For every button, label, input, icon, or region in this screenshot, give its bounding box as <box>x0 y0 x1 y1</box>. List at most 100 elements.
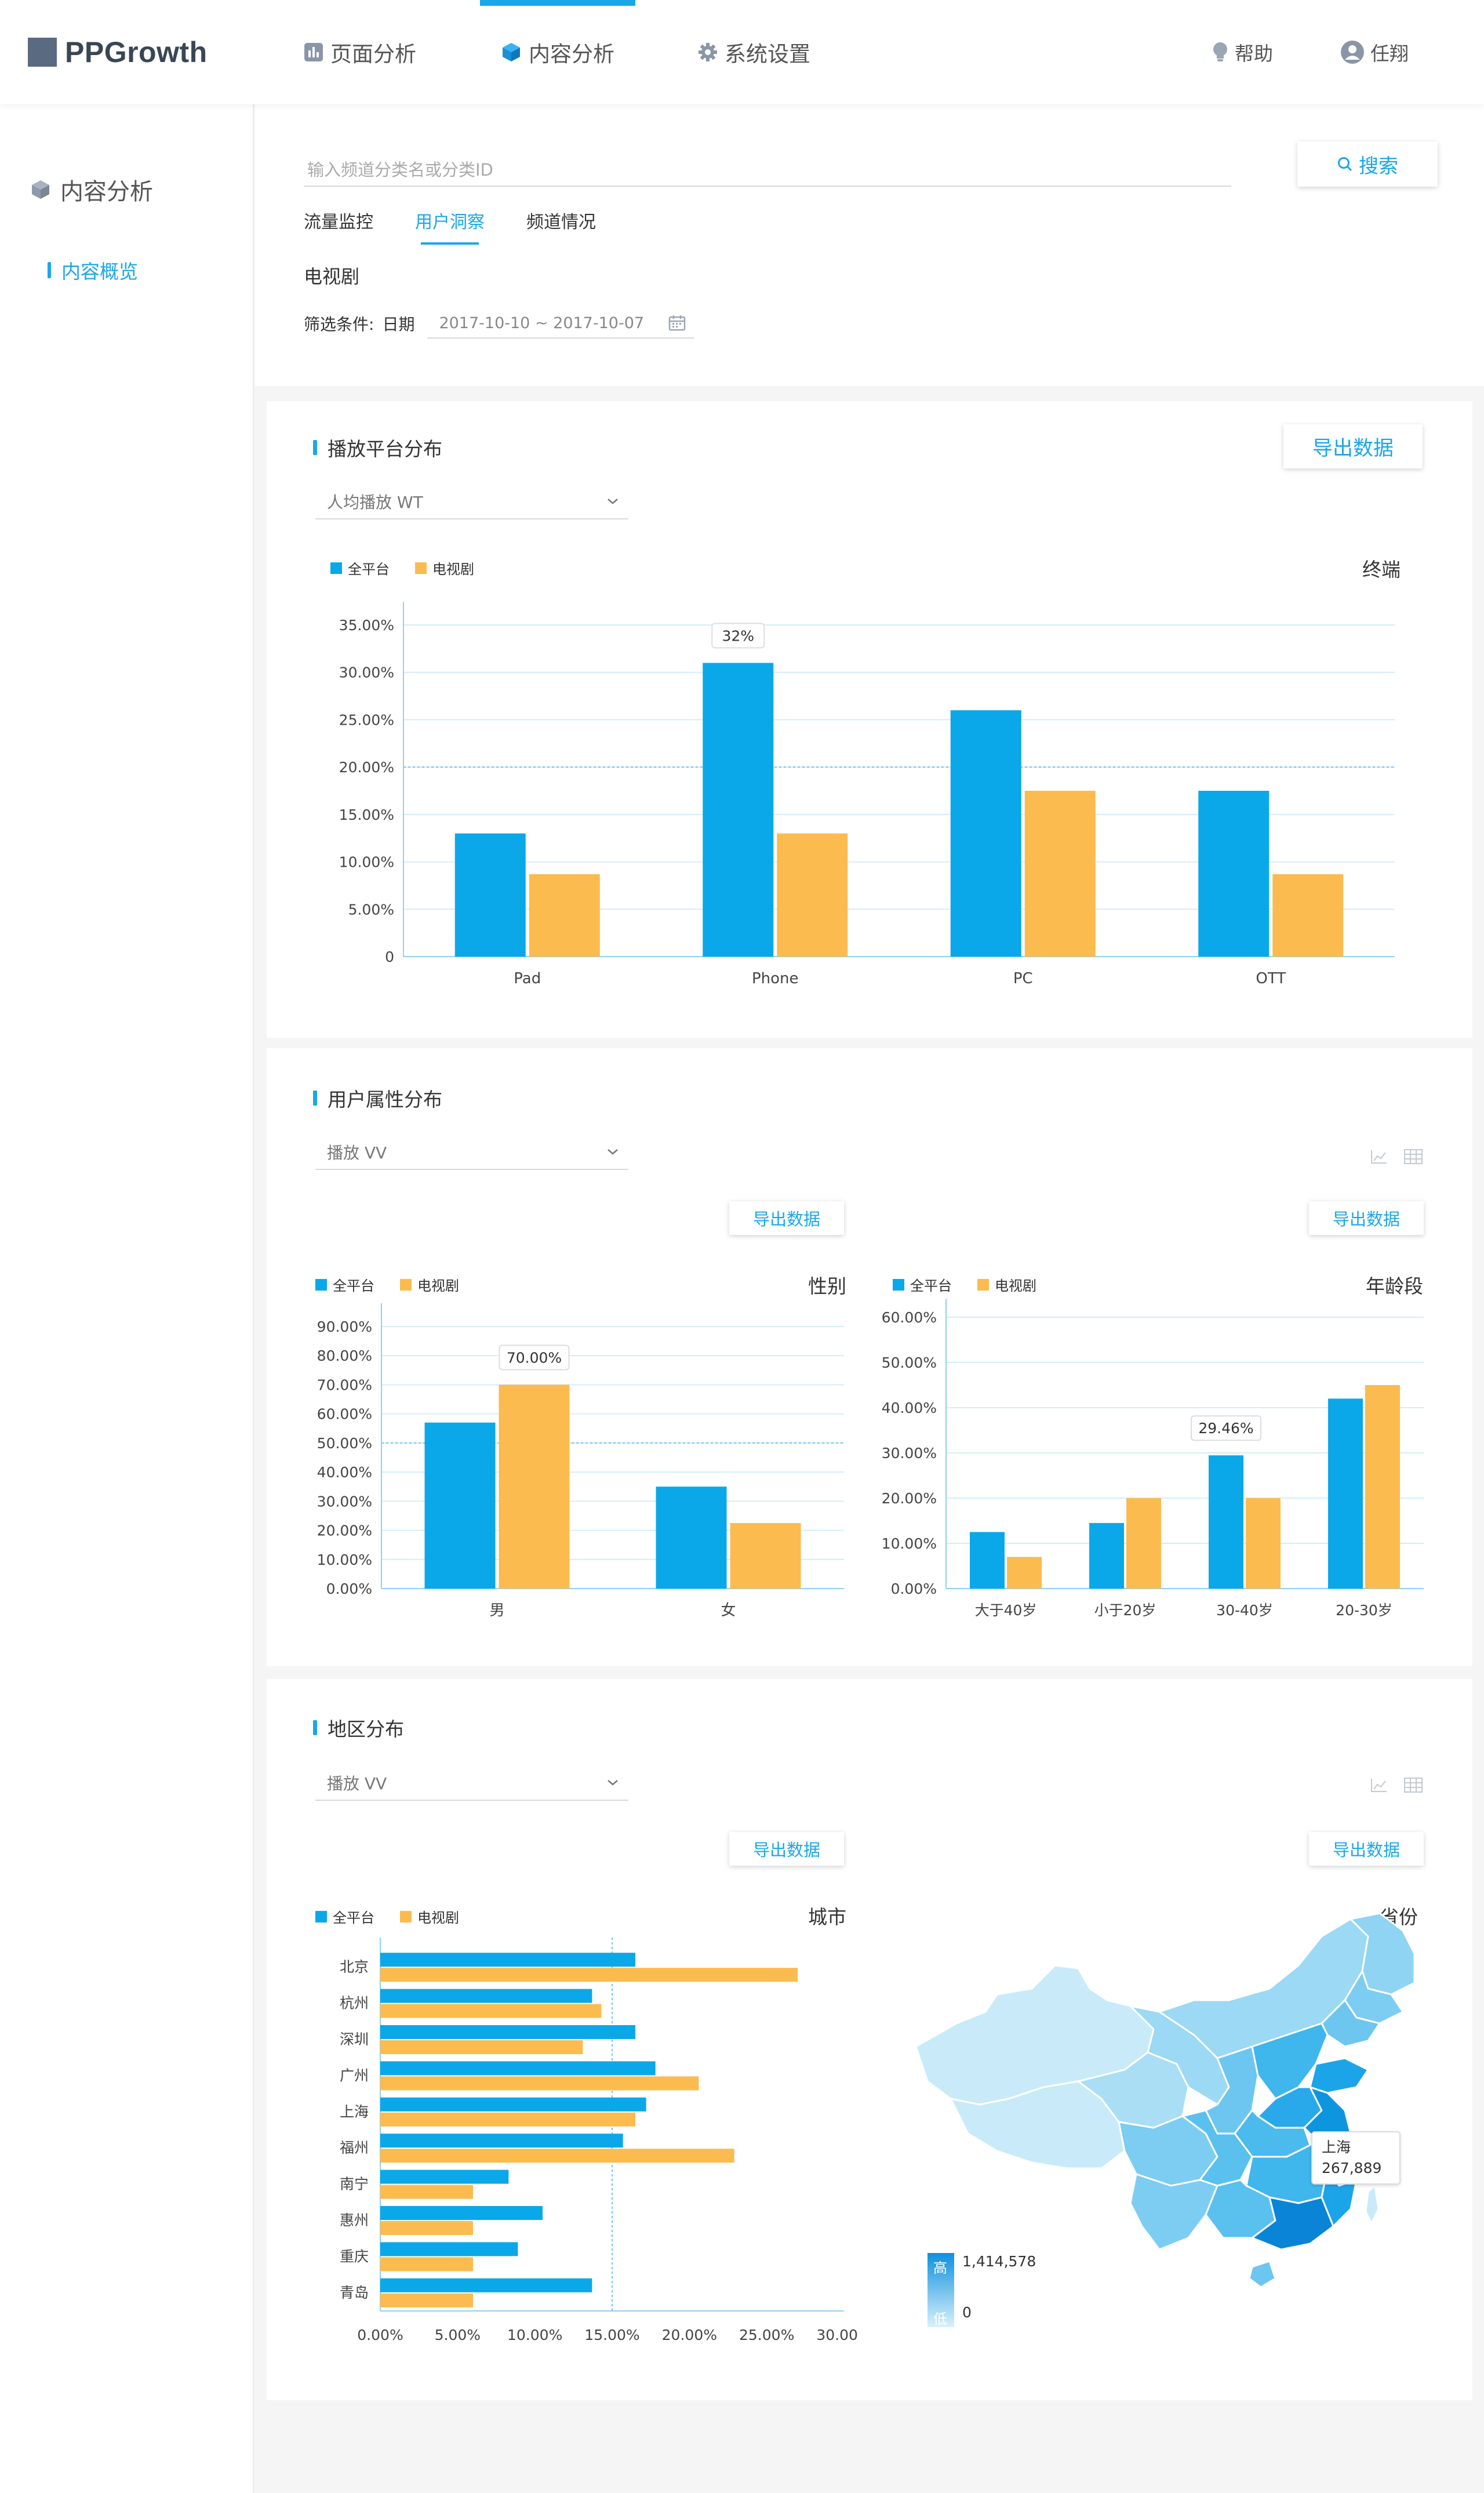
legend-swatch-tv <box>415 562 427 574</box>
app-logo[interactable]: PPGrowth <box>28 36 208 68</box>
table-view-icon[interactable] <box>1404 1778 1423 1795</box>
map-region-hainan <box>1248 2260 1276 2288</box>
attr-card-title: 用户属性分布 <box>313 1084 442 1112</box>
nav-item-label: 内容分析 <box>529 42 614 67</box>
top-navigation-bar: PPGrowth 页面分析 内容分析 系统设置 帮助 任翔 <box>0 0 1484 104</box>
attr-view-toggle <box>1354 1149 1423 1166</box>
bar-tv-Pad <box>529 874 600 957</box>
y-tick-label: 0.00% <box>891 1580 937 1597</box>
platform-metric-select[interactable]: 人均播放 WT <box>315 485 628 519</box>
avatar-icon <box>1341 41 1364 64</box>
legend-swatch-tv <box>977 1278 989 1291</box>
legend-swatch-all <box>315 1910 327 1923</box>
legend-item-tv[interactable]: 电视剧 <box>977 1274 1036 1295</box>
city-horizontal-bar-chart: 0.00% 5.00% 10.00% 15.00% 20.00% 25.00% 30.00%… <box>340 1938 858 2343</box>
color-scale-gradient: 高 低 <box>928 2253 954 2327</box>
bar-tv-重庆 <box>380 2257 473 2272</box>
gender-bar-chart: 0.00% 10.00% 20.00% 30.00% 40.00% 50.00% 60.00… <box>317 1303 844 1619</box>
bar-tv-广州 <box>380 2076 699 2091</box>
nav-item-label: 系统设置 <box>725 42 810 67</box>
y-tick-label: 20.00% <box>317 1522 372 1539</box>
line-chart-view-icon[interactable] <box>1370 1149 1388 1166</box>
city-legend: 全平台 电视剧 <box>315 1906 485 1927</box>
bar-tv-青岛 <box>380 2293 473 2307</box>
title-marker <box>313 1091 317 1106</box>
search-button[interactable]: 搜索 <box>1297 141 1438 187</box>
bar-tv-大于40岁 <box>1007 1557 1042 1589</box>
platform-export-button[interactable]: 导出数据 <box>1283 424 1423 468</box>
nav-item-page-analysis[interactable]: 页面分析 <box>304 35 416 70</box>
region-card-title-text: 地区分布 <box>328 1718 404 1740</box>
bar-tv-30-40岁 <box>1246 1498 1281 1589</box>
y-category-label: 重庆 <box>340 2248 369 2265</box>
y-category-label: 杭州 <box>340 1995 369 2012</box>
y-category-label: 青岛 <box>340 2284 369 2301</box>
nav-item-content-analysis[interactable]: 内容分析 <box>501 35 614 70</box>
y-category-label: 深圳 <box>340 2031 369 2048</box>
bar-all-青岛 <box>380 2278 592 2292</box>
legend-item-tv[interactable]: 电视剧 <box>415 558 474 578</box>
filter-row: 筛选条件: 日期 2017-10-10 ~ 2017-10-07 <box>304 308 694 339</box>
x-tick-label: 25.00% <box>739 2327 794 2343</box>
region-metric-select[interactable]: 播放 VV <box>315 1766 628 1801</box>
filter-panel: 搜索 流量监控 用户洞察 频道情况 电视剧 筛选条件: 日期 2017-10-1… <box>255 104 1484 386</box>
search-input[interactable] <box>304 154 1231 187</box>
legend-item-tv[interactable]: 电视剧 <box>400 1274 459 1295</box>
bar-tv-福州 <box>380 2149 734 2163</box>
x-tick-label: 30.00% <box>816 2327 858 2343</box>
map-region-shandong <box>1309 2057 1369 2094</box>
x-category-label: 30-40岁 <box>1216 1602 1273 1619</box>
province-export-button[interactable]: 导出数据 <box>1309 1832 1424 1866</box>
legend-item-all[interactable]: 全平台 <box>330 558 390 578</box>
nav-item-label: 页面分析 <box>330 42 416 67</box>
user-menu[interactable]: 任翔 <box>1340 35 1409 70</box>
age-legend: 全平台 电视剧 <box>893 1274 1062 1295</box>
city-export-button[interactable]: 导出数据 <box>729 1832 844 1866</box>
line-chart-view-icon[interactable] <box>1370 1778 1388 1795</box>
y-tick-label: 70.00% <box>317 1376 372 1393</box>
help-link[interactable]: 帮助 <box>1212 35 1273 70</box>
gender-export-button[interactable]: 导出数据 <box>729 1201 844 1235</box>
legend-item-all[interactable]: 全平台 <box>315 1274 374 1295</box>
nav-item-system-settings[interactable]: 系统设置 <box>698 35 810 70</box>
x-tick-label: 15.00% <box>584 2327 639 2343</box>
age-export-button[interactable]: 导出数据 <box>1309 1201 1424 1235</box>
legend-item-tv[interactable]: 电视剧 <box>400 1906 459 1927</box>
legend-label-all: 全平台 <box>333 1278 374 1294</box>
y-tick-label: 50.00% <box>317 1435 372 1452</box>
scale-low-label: 低 <box>933 2311 947 2327</box>
platform-card-title: 播放平台分布 <box>313 434 442 461</box>
legend-label-all: 全平台 <box>910 1278 952 1294</box>
sidebar-item-content-overview[interactable]: 内容概览 <box>48 256 138 284</box>
date-range-value: 2017-10-10 ~ 2017-10-07 <box>439 314 645 332</box>
map-tooltip-value: 267,889 <box>1322 2160 1382 2176</box>
y-tick-label: 25.00% <box>339 711 394 728</box>
legend-item-all[interactable]: 全平台 <box>315 1906 374 1927</box>
tab-traffic-monitor[interactable]: 流量监控 <box>304 208 373 233</box>
attr-metric-value: 播放 VV <box>327 1143 387 1162</box>
x-category-label: 20-30岁 <box>1336 1602 1392 1619</box>
cube-icon <box>503 43 520 61</box>
x-tick-label: 20.00% <box>662 2327 717 2343</box>
map-tooltip-name: 上海 <box>1322 2139 1351 2156</box>
tooltip-text: 29.46% <box>1198 1420 1253 1437</box>
y-category-label: 广州 <box>340 2067 369 2084</box>
legend-item-all[interactable]: 全平台 <box>893 1274 952 1295</box>
platform-chart-subtitle: 终端 <box>1362 558 1401 581</box>
sidebar-item-label: 内容概览 <box>61 260 138 283</box>
bar-all-小于20岁 <box>1089 1522 1124 1589</box>
y-tick-label: 40.00% <box>882 1400 937 1416</box>
table-view-icon[interactable] <box>1404 1149 1423 1166</box>
date-range-picker[interactable]: 2017-10-10 ~ 2017-10-07 <box>427 308 694 339</box>
bar-all-上海 <box>380 2097 646 2112</box>
region-card-title: 地区分布 <box>313 1714 404 1742</box>
tab-channel-status[interactable]: 频道情况 <box>526 208 596 233</box>
bar-all-OTT <box>1198 791 1270 957</box>
tab-user-insight[interactable]: 用户洞察 <box>415 208 485 245</box>
platform-metric-value: 人均播放 WT <box>327 493 423 512</box>
bar-tv-男 <box>499 1384 570 1589</box>
y-tick-label: 0 <box>385 948 394 965</box>
y-tick-label: 50.00% <box>882 1354 937 1371</box>
map-color-scale: 高 低 1,414,578 0 <box>928 2253 1036 2327</box>
attr-metric-select[interactable]: 播放 VV <box>315 1135 628 1170</box>
